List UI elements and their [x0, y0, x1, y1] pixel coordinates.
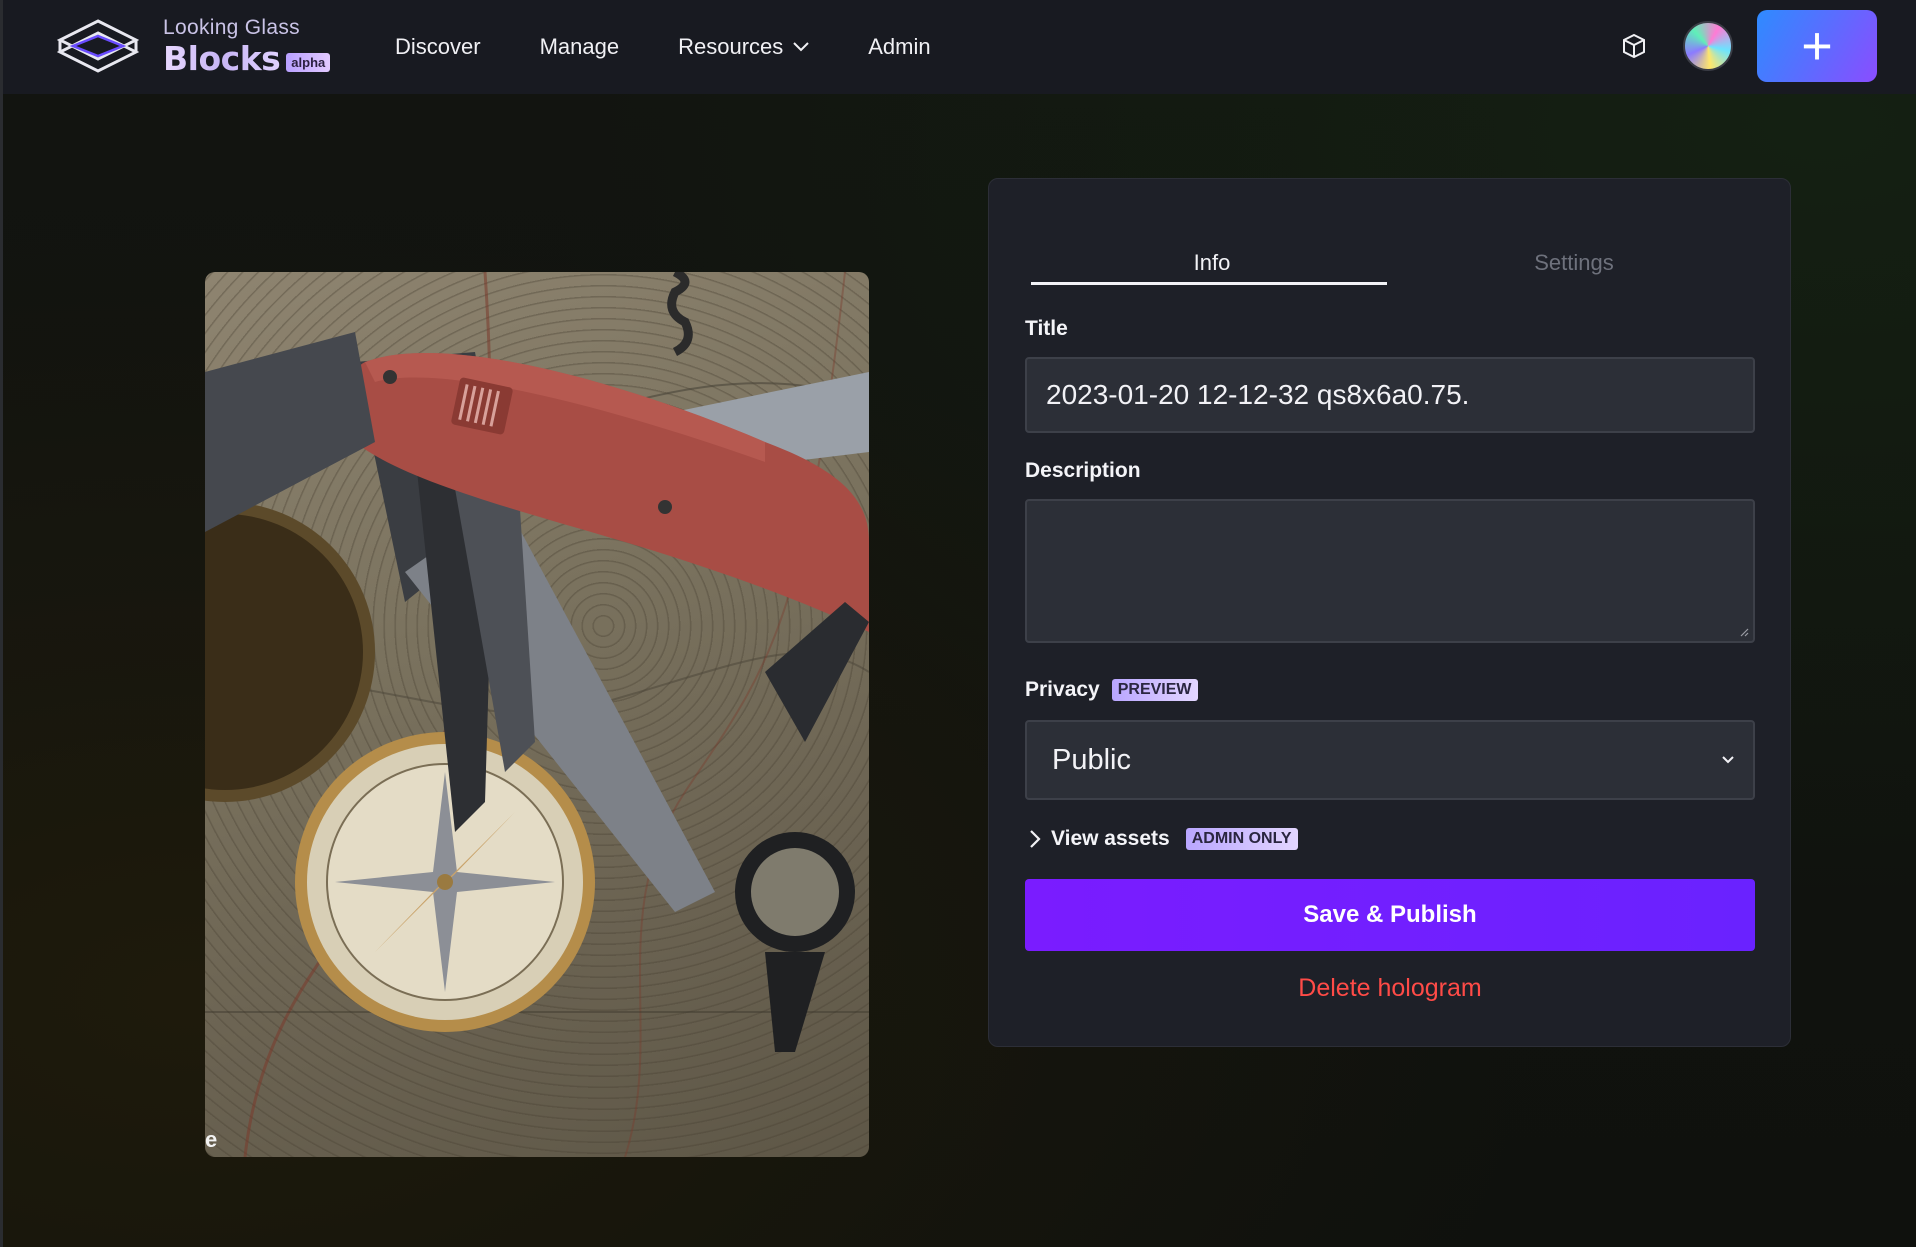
nav-manage-label: Manage [539, 34, 620, 59]
panel-tabs: Info Settings [1031, 234, 1755, 289]
description-textarea[interactable] [1025, 499, 1755, 643]
admin-only-badge: ADMIN ONLY [1185, 828, 1298, 850]
main-nav: Discover Manage Resources Admin [395, 0, 990, 94]
preview-badge: PREVIEW [1111, 679, 1198, 701]
hologram-corner-text: e [205, 1127, 218, 1152]
alpha-badge: alpha [286, 53, 331, 72]
top-navbar: Looking Glass Blocks alpha Discover Mana… [3, 0, 1916, 94]
resize-grip-icon[interactable] [1739, 627, 1749, 637]
chevron-right-icon [1030, 830, 1041, 848]
privacy-label: Privacy [1025, 678, 1100, 701]
nav-resources[interactable]: Resources [678, 34, 809, 60]
brand-subtitle: Looking Glass [163, 16, 300, 39]
privacy-selected-value: Public [1052, 744, 1131, 776]
description-label: Description [1025, 459, 1141, 482]
window-edge [0, 0, 3, 1247]
brand-title: Blocks [163, 39, 281, 78]
nav-discover[interactable]: Discover [395, 34, 481, 60]
privacy-label-row: Privacy PREVIEW [1025, 678, 1198, 702]
nav-discover-label: Discover [395, 34, 481, 59]
tab-info[interactable]: Info [1031, 234, 1393, 289]
view-assets-toggle[interactable]: View assets ADMIN ONLY [1029, 827, 1298, 851]
create-button[interactable]: + [1757, 10, 1877, 82]
hologram-image [205, 272, 869, 1157]
brand[interactable]: Looking Glass Blocks alpha [163, 16, 331, 78]
avatar[interactable] [1683, 21, 1733, 71]
title-input[interactable]: 2023-01-20 12-12-32 qs8x6a0.75. [1025, 357, 1755, 433]
chevron-down-icon [793, 42, 809, 52]
logo-icon[interactable] [57, 18, 139, 74]
view-assets-label: View assets [1051, 827, 1170, 850]
cube-icon[interactable] [1620, 32, 1648, 60]
hologram-preview[interactable]: e [205, 272, 869, 1157]
save-publish-button[interactable]: Save & Publish [1025, 879, 1755, 951]
tab-settings[interactable]: Settings [1393, 234, 1755, 289]
active-tab-indicator [1031, 282, 1387, 285]
nav-admin[interactable]: Admin [868, 34, 930, 60]
delete-hologram-button[interactable]: Delete hologram [1025, 974, 1755, 1003]
nav-admin-label: Admin [868, 34, 931, 59]
chevron-down-icon [1722, 756, 1734, 764]
privacy-select[interactable]: Public [1025, 720, 1755, 800]
nav-manage[interactable]: Manage [540, 34, 620, 60]
plus-icon: + [1801, 16, 1833, 76]
title-label: Title [1025, 317, 1068, 340]
hologram-info-panel: Info Settings Title 2023-01-20 12-12-32 … [988, 178, 1791, 1047]
nav-resources-label: Resources [678, 34, 784, 59]
